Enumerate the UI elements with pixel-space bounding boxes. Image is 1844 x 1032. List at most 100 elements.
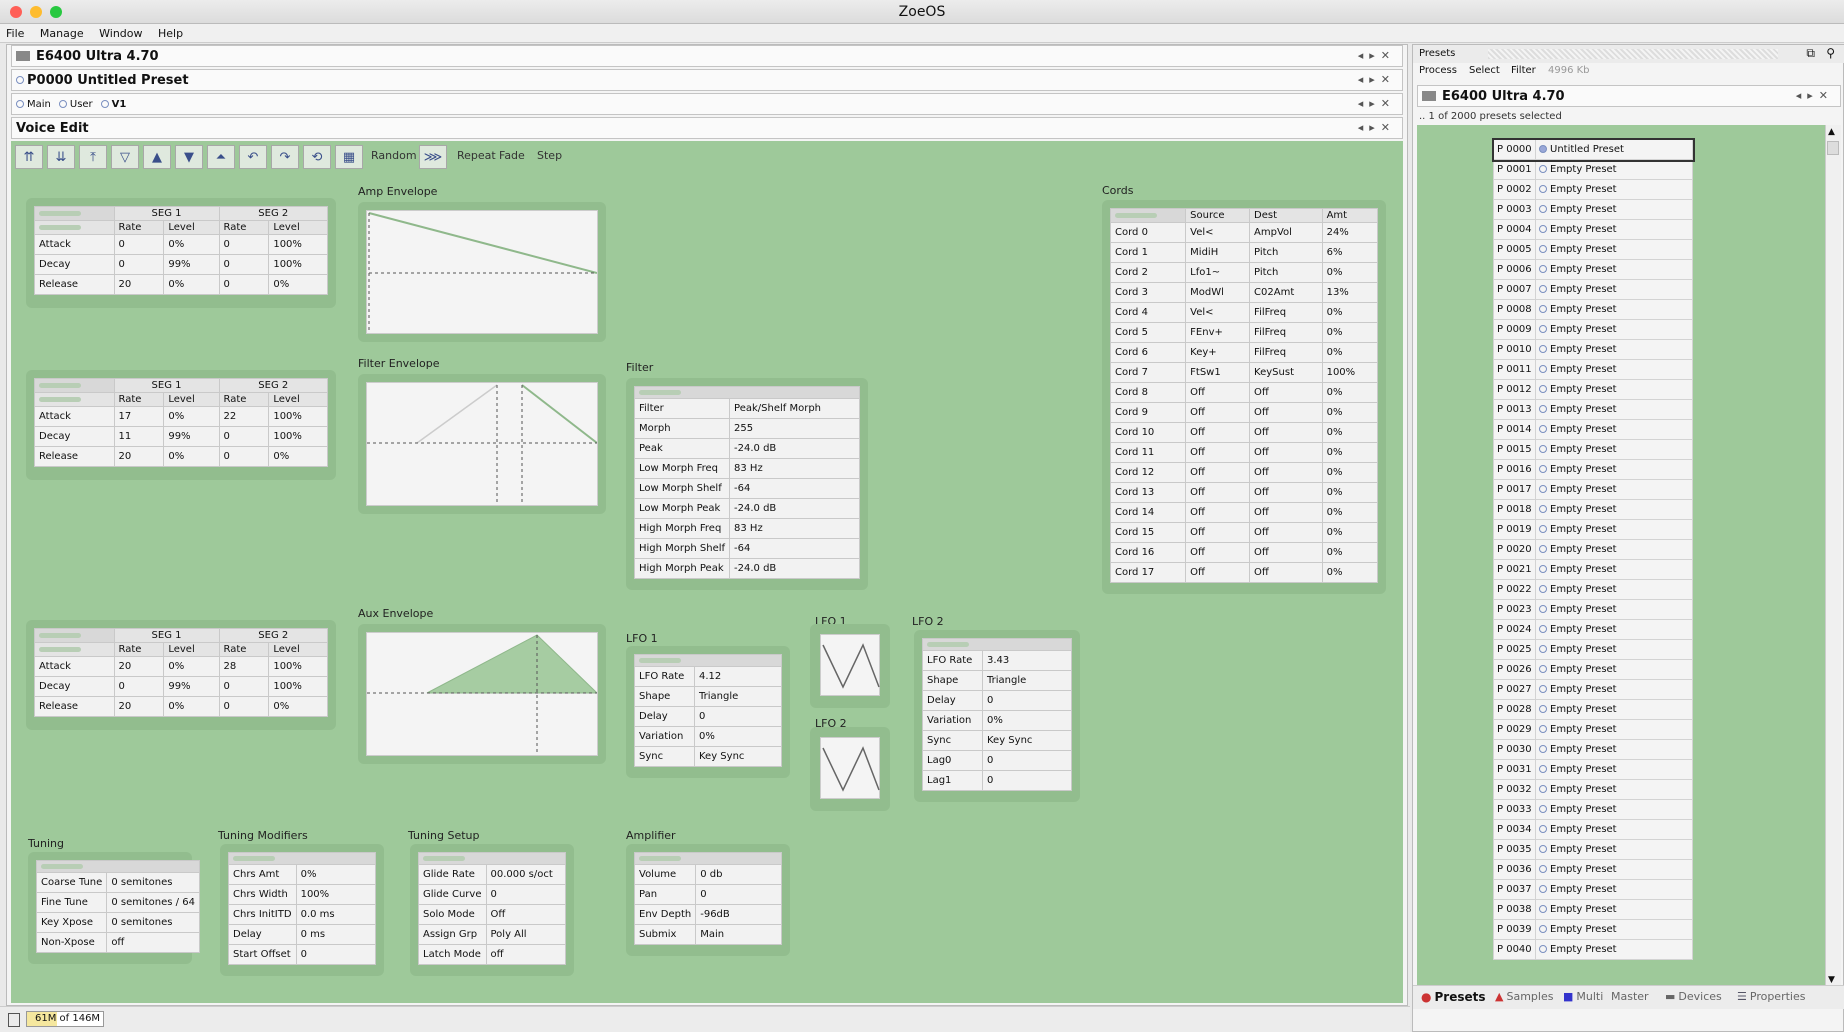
value-cell[interactable]: Pitch bbox=[1249, 242, 1323, 263]
tab-multi[interactable]: ■ Multi bbox=[1563, 986, 1603, 1008]
value-cell[interactable]: 0 bbox=[218, 696, 270, 717]
value-cell[interactable]: Off bbox=[1185, 462, 1251, 483]
value-cell[interactable]: Main bbox=[695, 924, 782, 945]
pin-icon[interactable]: ⚲ bbox=[1826, 46, 1835, 60]
preset-row[interactable]: P 0003 Empty Preset bbox=[1493, 199, 1693, 220]
preset-row[interactable]: P 0022 Empty Preset bbox=[1493, 579, 1693, 600]
minimize-window-icon[interactable] bbox=[30, 6, 42, 18]
value-cell[interactable]: 0 bbox=[218, 254, 270, 275]
redo-icon[interactable]: ↷ bbox=[271, 145, 299, 169]
undock-icon[interactable]: ⧉ bbox=[1806, 46, 1815, 61]
value-cell[interactable]: 0 bbox=[485, 884, 566, 905]
value-cell[interactable]: 6% bbox=[1321, 242, 1379, 263]
value-cell[interactable]: Triangle bbox=[982, 670, 1072, 691]
value-cell[interactable]: 0% bbox=[1321, 382, 1379, 403]
value-cell[interactable]: 0 bbox=[982, 750, 1072, 771]
value-cell[interactable]: Triangle bbox=[694, 686, 782, 707]
preset-row[interactable]: P 0001 Empty Preset bbox=[1493, 159, 1693, 180]
value-cell[interactable]: C02Amt bbox=[1249, 282, 1323, 303]
value-cell[interactable]: 0 bbox=[218, 426, 270, 447]
trash-icon[interactable] bbox=[8, 1013, 20, 1027]
tab-user[interactable]: User bbox=[58, 99, 93, 110]
grip-handle[interactable] bbox=[418, 852, 566, 865]
value-cell[interactable]: 20 bbox=[113, 446, 165, 467]
value-cell[interactable]: Off bbox=[1185, 522, 1251, 543]
align-top-icon[interactable]: ⇈ bbox=[15, 145, 43, 169]
tab-v1[interactable]: V1 bbox=[100, 99, 126, 110]
value-cell[interactable]: 0% bbox=[163, 406, 220, 427]
value-cell[interactable]: -64 bbox=[729, 478, 860, 499]
value-cell[interactable]: 17 bbox=[113, 406, 165, 427]
preset-row[interactable]: P 0020 Empty Preset bbox=[1493, 539, 1693, 560]
value-cell[interactable]: Off bbox=[1249, 522, 1323, 543]
value-cell[interactable]: 0 bbox=[982, 770, 1072, 791]
value-cell[interactable]: 0.0 ms bbox=[295, 904, 377, 925]
preset-row[interactable]: P 0038 Empty Preset bbox=[1493, 899, 1693, 920]
value-cell[interactable]: 0% bbox=[1321, 302, 1379, 323]
value-cell[interactable]: 0 bbox=[113, 234, 165, 255]
preset-row[interactable]: P 0005 Empty Preset bbox=[1493, 239, 1693, 260]
value-cell[interactable]: off bbox=[106, 932, 200, 953]
voice-edit-nav-controls[interactable]: ◂▸✕ bbox=[1358, 121, 1396, 134]
value-cell[interactable]: 0% bbox=[1321, 402, 1379, 423]
value-cell[interactable]: 0% bbox=[1321, 342, 1379, 363]
preset-row[interactable]: P 0021 Empty Preset bbox=[1493, 559, 1693, 580]
preset-row[interactable]: P 0028 Empty Preset bbox=[1493, 699, 1693, 720]
grip-handle[interactable] bbox=[36, 860, 200, 873]
value-cell[interactable]: 0 bbox=[218, 274, 270, 295]
preset-row[interactable]: P 0002 Empty Preset bbox=[1493, 179, 1693, 200]
preset-row[interactable]: P 0040 Empty Preset bbox=[1493, 939, 1693, 960]
preset-row[interactable]: P 0023 Empty Preset bbox=[1493, 599, 1693, 620]
grip-handle[interactable] bbox=[634, 852, 782, 865]
value-cell[interactable]: 0% bbox=[982, 710, 1072, 731]
repeat-button[interactable]: Repeat bbox=[457, 149, 496, 162]
step-button[interactable]: Step bbox=[537, 149, 562, 162]
tab-presets[interactable]: ● Presets bbox=[1421, 986, 1486, 1008]
preset-row[interactable]: P 0031 Empty Preset bbox=[1493, 759, 1693, 780]
grip-handle[interactable] bbox=[34, 628, 115, 643]
value-cell[interactable]: 0% bbox=[268, 274, 328, 295]
value-cell[interactable]: 100% bbox=[295, 884, 377, 905]
value-cell[interactable]: 0% bbox=[1321, 562, 1379, 583]
value-cell[interactable]: Off bbox=[1185, 482, 1251, 503]
revert-icon[interactable]: ⟲ bbox=[303, 145, 331, 169]
value-cell[interactable]: 100% bbox=[268, 656, 328, 677]
preset-row[interactable]: P 0017 Empty Preset bbox=[1493, 479, 1693, 500]
right-nav-controls[interactable]: ◂▸✕ bbox=[1796, 89, 1834, 102]
preset-row[interactable]: P 0008 Empty Preset bbox=[1493, 299, 1693, 320]
menu-file[interactable]: File bbox=[0, 24, 30, 43]
voice-nav-controls[interactable]: ◂▸✕ bbox=[1358, 97, 1396, 110]
value-cell[interactable]: 0 bbox=[982, 690, 1072, 711]
value-cell[interactable]: -24.0 dB bbox=[729, 498, 860, 519]
value-cell[interactable]: 0% bbox=[163, 274, 220, 295]
preset-row[interactable]: P 0036 Empty Preset bbox=[1493, 859, 1693, 880]
value-cell[interactable]: Vel< bbox=[1185, 302, 1251, 323]
value-cell[interactable]: Off bbox=[1185, 422, 1251, 443]
value-cell[interactable]: 83 Hz bbox=[729, 458, 860, 479]
pane-nav-controls[interactable]: ◂▸✕ bbox=[1358, 49, 1396, 62]
grip-handle[interactable] bbox=[1109, 208, 1187, 223]
preset-row[interactable]: P 0000 Untitled Preset bbox=[1491, 137, 1695, 162]
grip-handle[interactable] bbox=[634, 386, 860, 399]
up-icon[interactable]: ▲ bbox=[143, 145, 171, 169]
grid-icon[interactable]: ▦ bbox=[335, 145, 363, 169]
preset-row[interactable]: P 0033 Empty Preset bbox=[1493, 799, 1693, 820]
lfo2-triangle-wave-icon[interactable] bbox=[820, 737, 880, 799]
value-cell[interactable]: 83 Hz bbox=[729, 518, 860, 539]
lower-icon[interactable]: ▽ bbox=[111, 145, 139, 169]
value-cell[interactable]: 0 bbox=[218, 234, 270, 255]
value-cell[interactable]: 20 bbox=[113, 696, 165, 717]
preset-row[interactable]: P 0010 Empty Preset bbox=[1493, 339, 1693, 360]
value-cell[interactable]: 0 bbox=[218, 446, 270, 467]
value-cell[interactable]: Off bbox=[1185, 442, 1251, 463]
preset-row[interactable]: P 0018 Empty Preset bbox=[1493, 499, 1693, 520]
value-cell[interactable]: Peak/Shelf Morph bbox=[729, 398, 860, 419]
preset-row[interactable]: P 0016 Empty Preset bbox=[1493, 459, 1693, 480]
value-cell[interactable]: Vel< bbox=[1185, 222, 1251, 243]
preset-row[interactable]: P 0035 Empty Preset bbox=[1493, 839, 1693, 860]
value-cell[interactable]: 0 bbox=[695, 884, 782, 905]
value-cell[interactable]: 100% bbox=[268, 234, 328, 255]
preset-row[interactable]: P 0009 Empty Preset bbox=[1493, 319, 1693, 340]
value-cell[interactable]: 20 bbox=[113, 274, 165, 295]
value-cell[interactable]: 0 bbox=[113, 676, 165, 697]
